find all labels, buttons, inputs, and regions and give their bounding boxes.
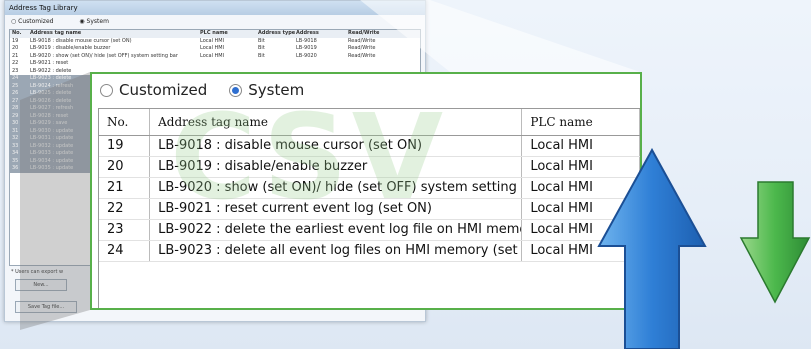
bg-table-cell: LB-9018 [296, 37, 317, 44]
table-row[interactable]: 21 LB-9020 : show (set ON)/ hide (set OFF… [99, 178, 640, 199]
bg-radio-customized[interactable]: ○ Customized [11, 18, 65, 25]
bg-table-cell: 24 [12, 75, 19, 81]
bg-table-cell: 22 [12, 60, 19, 66]
bg-table-cell: 34 [12, 150, 19, 156]
zoomed-table-panel: Customized System No. Address tag name P… [90, 72, 642, 310]
address-tag-table: No. Address tag name PLC name 19 LB-9018 … [98, 108, 640, 308]
bg-table-cell: 27 [12, 97, 19, 104]
bg-table-cell [258, 60, 296, 68]
bg-col-type: Address type [258, 30, 296, 36]
bg-col-rw: Read/Write [348, 30, 380, 36]
bg-table-cell: Read/Write [348, 52, 376, 59]
bg-radio-customized-label: Customized [18, 18, 54, 25]
bg-col-plc: PLC name [200, 30, 228, 36]
bg-table-row[interactable]: 20 LB-9019 : disable/enable buzzer Local H… [10, 45, 420, 53]
table-cell: 20 [99, 157, 151, 177]
bg-table-cell: LB-9020 : show (set ON)/ hide (set OFF) … [30, 52, 178, 59]
table-cell: 23 [99, 220, 151, 240]
bg-table-cell: Read/Write [348, 45, 376, 51]
radio-system[interactable] [229, 83, 243, 97]
table-cell: 24 [99, 241, 151, 261]
bg-col-no: No. [12, 30, 22, 36]
down-arrow-icon [739, 181, 811, 304]
table-row[interactable]: 24 LB-9023 : delete all event log files o… [99, 241, 640, 262]
bg-table-cell: 23 [12, 67, 19, 74]
table-cell: LB-9021 : reset current event log (set O… [150, 199, 523, 219]
bg-table-cell: LB-9020 [296, 52, 317, 59]
bg-table-row[interactable]: 19 LB-9018 : disable mouse cursor (set ON… [10, 38, 420, 46]
table-header: No. Address tag name PLC name [99, 109, 640, 136]
bg-table-cell: 19 [12, 37, 19, 44]
bg-table-row[interactable]: 22 LB-9021 : reset [10, 60, 420, 68]
bg-radio-system-label: System [86, 18, 109, 25]
bg-table-cell: 28 [12, 105, 19, 111]
bg-table-cell: 31 [12, 127, 19, 134]
table-cell: LB-9020 : show (set ON)/ hide (set OFF) … [150, 178, 523, 198]
table-cell: 22 [99, 199, 151, 219]
bg-radio-system[interactable]: ◉ System [79, 18, 121, 25]
col-address-tag-name[interactable]: Address tag name [150, 109, 523, 135]
bg-table-row[interactable]: 21 LB-9020 : show (set ON)/ hide (set OFF… [10, 53, 420, 61]
bg-table-cell [296, 60, 348, 68]
table-row[interactable]: 22 LB-9021 : reset current event log (set… [99, 199, 640, 220]
bg-table-cell: 25 [12, 82, 19, 89]
bg-col-name: Address tag name [30, 30, 82, 36]
bg-table-cell: LB-9021 : reset [30, 60, 69, 66]
col-plc-name[interactable]: PLC name [522, 109, 640, 135]
bg-table-cell: 21 [12, 52, 19, 59]
bg-table-cell: 35 [12, 157, 19, 164]
radio-customized[interactable] [100, 83, 113, 97]
table-cell: LB-9023 : delete all event log files on … [150, 241, 523, 261]
table-row[interactable]: 23 LB-9022 : delete the earliest event lo… [99, 220, 640, 241]
bg-table-cell: Local HMI [200, 45, 225, 51]
up-arrow-icon [597, 148, 707, 349]
bg-table-cell [348, 60, 398, 68]
bg-table-cell: 26 [12, 90, 19, 96]
bg-table-cell: LB-9018 : disable mouse cursor (set ON) [30, 37, 132, 44]
bg-table-cell: 30 [12, 120, 19, 126]
bg-table-cell: Bit [258, 37, 265, 44]
radio-system-label: System [248, 81, 305, 99]
table-row[interactable]: 19 LB-9018 : disable mouse cursor (set ON… [99, 136, 640, 157]
bg-table-cell: 32 [12, 135, 19, 141]
bg-table-cell [200, 60, 258, 68]
radio-customized-label: Customized [119, 81, 208, 99]
bg-table-cell: Bit [258, 45, 265, 51]
bg-table-cell: Local HMI [200, 52, 225, 59]
zoom-radio-group: Customized System [92, 74, 640, 106]
bg-table-cell: 20 [12, 45, 19, 51]
bg-table-cell: LB-9019 : disable/enable buzzer [30, 45, 111, 51]
window-title: Address Tag Library [5, 1, 425, 15]
table-cell: 19 [99, 136, 151, 156]
table-cell: 21 [99, 178, 151, 198]
save-tag-file-button[interactable]: Save Tag file... [15, 301, 77, 313]
bg-col-address: Address [296, 30, 319, 36]
bg-radio-group: ○ Customized ◉ System [5, 15, 425, 29]
bg-table-cell: 33 [12, 142, 19, 149]
col-no[interactable]: No. [99, 109, 151, 135]
bg-table-cell: LB-9019 [296, 45, 317, 51]
table-cell: LB-9022 : delete the earliest event log … [150, 220, 523, 240]
bg-table-cell: Bit [258, 52, 265, 59]
bg-table-cell: Read/Write [348, 37, 376, 44]
new-button[interactable]: New... [15, 279, 67, 291]
bg-table-header: No. Address tag name PLC name Address ty… [10, 30, 420, 38]
table-row[interactable]: 20 LB-9019 : disable/enable buzzer Local H… [99, 157, 640, 178]
bg-table-cell: Local HMI [200, 37, 225, 44]
bg-table-cell: 29 [12, 112, 19, 119]
bg-table-cell: 36 [12, 165, 19, 171]
table-cell: LB-9018 : disable mouse cursor (set ON) [150, 136, 523, 156]
table-cell: LB-9019 : disable/enable buzzer [150, 157, 523, 177]
